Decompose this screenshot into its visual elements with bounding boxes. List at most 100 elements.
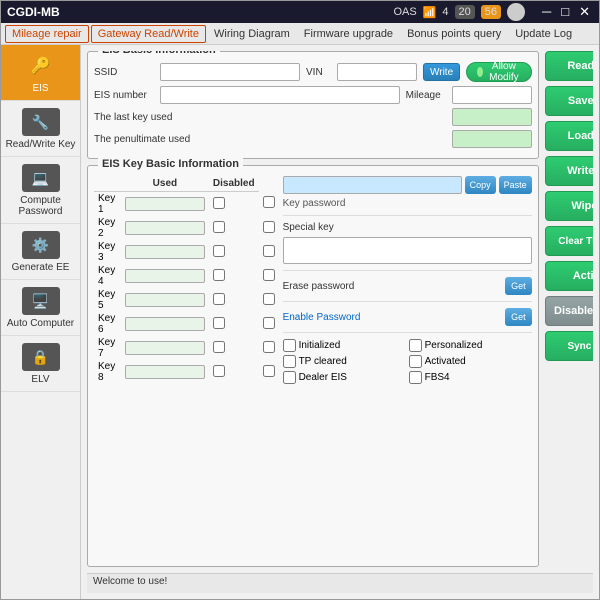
key5-used-cb[interactable] xyxy=(213,293,225,305)
key8-input[interactable] xyxy=(125,365,205,379)
personalized-item: Personalized xyxy=(409,339,532,352)
last-key-row: The last key used xyxy=(94,108,532,126)
content-area: EIS Basic Information SSID VIN Write All… xyxy=(87,51,593,567)
key7-label: Key 7 xyxy=(94,336,121,360)
sidebar-item-generate-ee[interactable]: ⚙️ Generate EE xyxy=(1,224,80,280)
right-panel: EIS Basic Information SSID VIN Write All… xyxy=(81,45,599,599)
write-eis-button[interactable]: Write EIS Data xyxy=(545,156,593,186)
menu-firmware-upgrade[interactable]: Firmware upgrade xyxy=(298,26,399,42)
activate-eis-button[interactable]: Activate EIS xyxy=(545,261,593,291)
eis-number-input[interactable] xyxy=(160,86,400,104)
key5-label: Key 5 xyxy=(94,288,121,312)
special-key-input[interactable] xyxy=(283,237,532,264)
user-avatar xyxy=(507,3,525,21)
key1-used-cb[interactable] xyxy=(213,197,225,209)
sync-elv-button[interactable]: Sync W204 ELV xyxy=(545,331,593,361)
activated-label: Activated xyxy=(425,356,466,367)
vin-input[interactable] xyxy=(337,63,417,81)
signal-count: 4 xyxy=(442,6,448,18)
key6-used-cb[interactable] xyxy=(213,317,225,329)
key4-input[interactable] xyxy=(125,269,205,283)
sidebar-item-read-write-key[interactable]: 🔧 Read/Write Key xyxy=(1,101,80,157)
key6-input[interactable] xyxy=(125,317,205,331)
menu-update-log[interactable]: Update Log xyxy=(509,26,578,42)
eis-number-row: EIS number Mileage xyxy=(94,86,532,104)
key1-input[interactable] xyxy=(125,197,205,211)
mileage-input[interactable] xyxy=(452,86,532,104)
ssid-input[interactable] xyxy=(160,63,300,81)
table-row: Key 6 xyxy=(94,312,279,336)
key3-label: Key 3 xyxy=(94,240,121,264)
last-key-label: The last key used xyxy=(94,112,446,123)
clear-tp-button[interactable]: Clear TP Protection xyxy=(545,226,593,256)
key-password-input[interactable] xyxy=(283,176,462,194)
allow-modify-button[interactable]: Allow Modify xyxy=(466,62,531,82)
menu-mileage-repair[interactable]: Mileage repair xyxy=(5,25,89,43)
key4-disabled-cb[interactable] xyxy=(263,269,275,281)
sidebar-item-compute-password[interactable]: 💻 Compute Password xyxy=(1,157,80,224)
auto-computer-icon: 🖥️ xyxy=(21,286,61,316)
maximize-button[interactable]: □ xyxy=(558,4,572,20)
key3-used-cb[interactable] xyxy=(213,245,225,257)
minimize-button[interactable]: ─ xyxy=(539,4,554,20)
key6-label: Key 6 xyxy=(94,312,121,336)
table-row: Key 1 xyxy=(94,192,279,217)
initialized-checkbox[interactable] xyxy=(283,339,296,352)
eis-key-title: EIS Key Basic Information xyxy=(98,158,243,170)
main-window: CGDI-MB OAS 📶 4 20 56 ─ □ ✕ Mileage repa… xyxy=(0,0,600,600)
key5-input[interactable] xyxy=(125,293,205,307)
key4-used-cb[interactable] xyxy=(213,269,225,281)
paste-button[interactable]: Paste xyxy=(499,176,532,194)
write-button[interactable]: Write xyxy=(423,63,460,81)
erase-password-row: Erase password Get xyxy=(283,277,532,295)
key2-used-cb[interactable] xyxy=(213,221,225,233)
status-checkboxes: Initialized Personalized TP cleared xyxy=(283,339,532,384)
fbs4-checkbox[interactable] xyxy=(409,371,422,384)
menu-bonus-points[interactable]: Bonus points query xyxy=(401,26,507,42)
key2-input[interactable] xyxy=(125,221,205,235)
close-button[interactable]: ✕ xyxy=(576,4,593,20)
penultimate-label: The penultimate used xyxy=(94,134,446,145)
key2-label: Key 2 xyxy=(94,216,121,240)
dealer-eis-checkbox[interactable] xyxy=(283,371,296,384)
key3-input[interactable] xyxy=(125,245,205,259)
tp-cleared-checkbox[interactable] xyxy=(283,355,296,368)
key3-disabled-cb[interactable] xyxy=(263,245,275,257)
read-eis-button[interactable]: Read EIS Data xyxy=(545,51,593,81)
load-eis-button[interactable]: Load EIS Data xyxy=(545,121,593,151)
generate-ee-icon: ⚙️ xyxy=(21,230,61,260)
status-message: Welcome to use! xyxy=(93,576,167,587)
initialized-label: Initialized xyxy=(299,340,341,351)
action-buttons-panel: Read EIS Data Save EIS Data Load EIS Dat… xyxy=(545,51,593,567)
app-title: CGDI-MB xyxy=(7,5,60,19)
sidebar-item-auto-computer[interactable]: 🖥️ Auto Computer xyxy=(1,280,80,336)
personalized-checkbox[interactable] xyxy=(409,339,422,352)
copy-button[interactable]: Copy xyxy=(465,176,496,194)
key7-used-cb[interactable] xyxy=(213,341,225,353)
key5-disabled-cb[interactable] xyxy=(263,293,275,305)
key1-disabled-cb[interactable] xyxy=(263,196,275,208)
disable-button[interactable]: Disable xyxy=(545,296,593,326)
key8-disabled-cb[interactable] xyxy=(263,365,275,377)
get-enable-button[interactable]: Get xyxy=(505,308,532,326)
get-erase-button[interactable]: Get xyxy=(505,277,532,295)
left-info-panel: EIS Basic Information SSID VIN Write All… xyxy=(87,51,539,567)
key7-input[interactable] xyxy=(125,341,205,355)
key8-used-cb[interactable] xyxy=(213,365,225,377)
menu-gateway-read-write[interactable]: Gateway Read/Write xyxy=(91,25,206,43)
wipe-eis-button[interactable]: Wipe the EIS xyxy=(545,191,593,221)
penultimate-input[interactable] xyxy=(452,130,532,148)
key6-disabled-cb[interactable] xyxy=(263,317,275,329)
eis-number-label: EIS number xyxy=(94,90,154,101)
key2-disabled-cb[interactable] xyxy=(263,221,275,233)
save-eis-button[interactable]: Save EIS Data xyxy=(545,86,593,116)
mileage-label: Mileage xyxy=(406,90,446,101)
sidebar-item-elv[interactable]: 🔒 ELV xyxy=(1,336,80,392)
menu-wiring-diagram[interactable]: Wiring Diagram xyxy=(208,26,296,42)
tp-cleared-item: TP cleared xyxy=(283,355,406,368)
key7-disabled-cb[interactable] xyxy=(263,341,275,353)
last-key-input[interactable] xyxy=(452,108,532,126)
activated-checkbox[interactable] xyxy=(409,355,422,368)
sidebar-item-eis[interactable]: 🔑 EIS xyxy=(1,45,80,101)
key4-label: Key 4 xyxy=(94,264,121,288)
